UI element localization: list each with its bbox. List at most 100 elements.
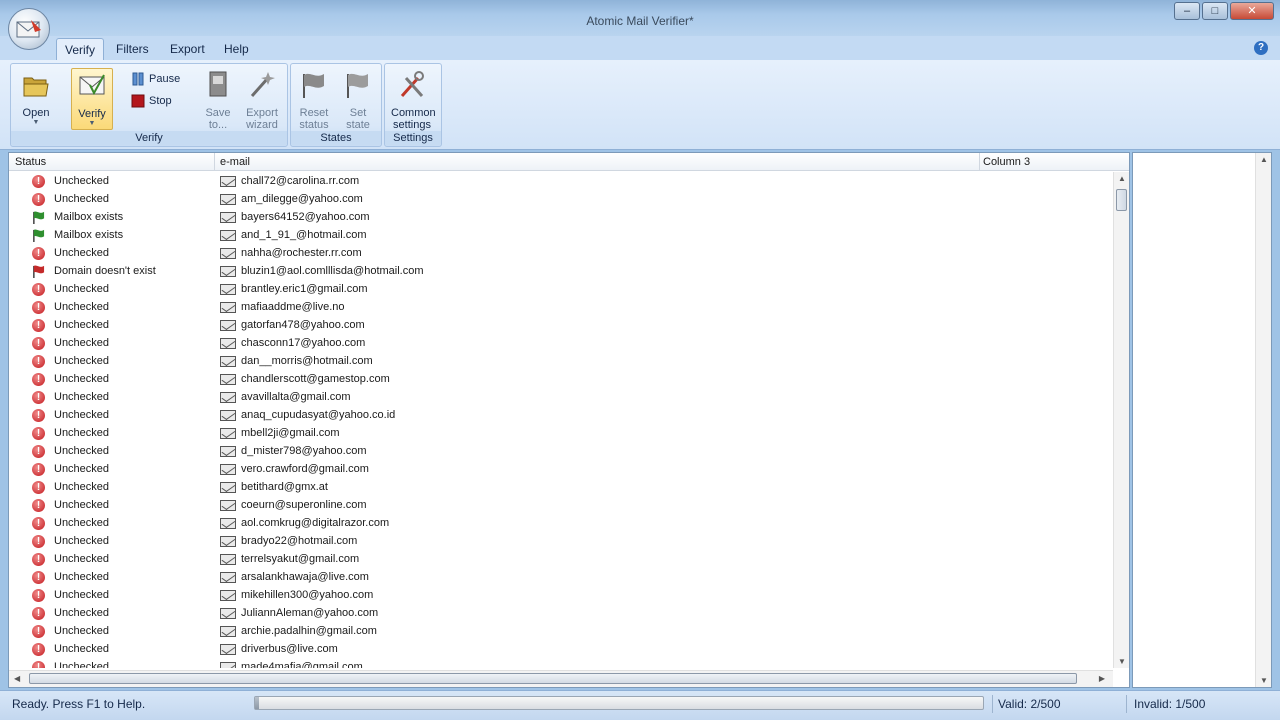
table-row[interactable]: Unchecked mbell2ji@gmail.com bbox=[9, 424, 1113, 442]
horizontal-scroll-thumb[interactable] bbox=[29, 673, 1077, 684]
email-envelope-icon bbox=[220, 356, 236, 367]
table-row[interactable]: Domain doesn't exist bluzin1@aol.comlllis… bbox=[9, 262, 1113, 280]
verify-label: Verify bbox=[78, 108, 106, 120]
set-label-line2: state bbox=[346, 119, 370, 131]
tab-verify[interactable]: Verify bbox=[56, 38, 105, 60]
pause-button[interactable]: Pause bbox=[131, 70, 180, 88]
common-settings-button[interactable]: Common settings bbox=[391, 68, 436, 131]
email-grid[interactable]: Status e-mail Column 3 Unchecked chall72@… bbox=[8, 152, 1130, 688]
scroll-up-icon[interactable]: ▲ bbox=[1260, 155, 1268, 164]
table-row[interactable]: Unchecked chasconn17@yahoo.com bbox=[9, 334, 1113, 352]
vertical-scroll-thumb[interactable] bbox=[1116, 189, 1127, 211]
reset-label-line2: status bbox=[299, 119, 329, 131]
status-cell: Unchecked bbox=[54, 337, 110, 349]
table-row[interactable]: Unchecked mikehillen300@yahoo.com bbox=[9, 586, 1113, 604]
column-header-email[interactable]: e-mail bbox=[220, 156, 250, 168]
email-cell: betithard@gmx.at bbox=[241, 481, 328, 493]
scroll-right-icon[interactable]: ▶ bbox=[1099, 674, 1105, 683]
table-row[interactable]: Unchecked made4mafia@gmail.com bbox=[9, 658, 1113, 668]
table-row[interactable]: Unchecked vero.crawford@gmail.com bbox=[9, 460, 1113, 478]
scroll-up-icon[interactable]: ▲ bbox=[1118, 174, 1126, 183]
table-row[interactable]: Unchecked arsalankhawaja@live.com bbox=[9, 568, 1113, 586]
scroll-left-icon[interactable]: ◀ bbox=[14, 674, 20, 683]
horizontal-scrollbar[interactable]: ◀ ▶ bbox=[9, 670, 1113, 687]
email-envelope-icon bbox=[220, 212, 236, 223]
table-row[interactable]: Unchecked driverbus@live.com bbox=[9, 640, 1113, 658]
email-cell: bluzin1@aol.comlllisda@hotmail.com bbox=[241, 265, 424, 277]
email-cell: d_mister798@yahoo.com bbox=[241, 445, 367, 457]
window-controls: – □ ✕ bbox=[1172, 2, 1274, 20]
states-group-label: States bbox=[291, 131, 381, 145]
set-state-button[interactable]: Set state bbox=[337, 68, 379, 131]
close-button[interactable]: ✕ bbox=[1230, 2, 1274, 20]
table-row[interactable]: Unchecked d_mister798@yahoo.com bbox=[9, 442, 1113, 460]
status-cell: Unchecked bbox=[54, 517, 110, 529]
verification-progress bbox=[254, 696, 984, 710]
status-cell: Unchecked bbox=[54, 661, 110, 668]
status-cell: Unchecked bbox=[54, 625, 110, 637]
save-icon bbox=[209, 71, 227, 97]
app-logo-icon bbox=[16, 20, 41, 38]
table-row[interactable]: Unchecked avavillalta@gmail.com bbox=[9, 388, 1113, 406]
set-flag-icon bbox=[347, 73, 368, 98]
table-row[interactable]: Unchecked dan__morris@hotmail.com bbox=[9, 352, 1113, 370]
unchecked-status-icon bbox=[32, 355, 45, 368]
unchecked-status-icon bbox=[32, 625, 45, 638]
unchecked-status-icon bbox=[32, 391, 45, 404]
verify-button[interactable]: Verify ▼ bbox=[71, 68, 113, 130]
verify-envelope-icon bbox=[79, 74, 105, 96]
vertical-scrollbar[interactable]: ▲ ▼ bbox=[1113, 172, 1129, 668]
table-row[interactable]: Unchecked archie.padalhin@gmail.com bbox=[9, 622, 1113, 640]
stop-button[interactable]: Stop bbox=[131, 92, 172, 110]
status-cell: Unchecked bbox=[54, 391, 110, 403]
table-row[interactable]: Unchecked mafiaaddme@live.no bbox=[9, 298, 1113, 316]
email-cell: chall72@carolina.rr.com bbox=[241, 175, 360, 187]
maximize-button[interactable]: □ bbox=[1202, 2, 1228, 20]
tab-export[interactable]: Export bbox=[162, 38, 213, 60]
app-menu-button[interactable] bbox=[8, 8, 50, 50]
table-row[interactable]: Unchecked coeurn@superonline.com bbox=[9, 496, 1113, 514]
email-envelope-icon bbox=[220, 572, 236, 583]
column-header-column3[interactable]: Column 3 bbox=[983, 156, 1030, 168]
table-row[interactable]: Mailbox exists and_1_91_@hotmail.com bbox=[9, 226, 1113, 244]
column-header-status[interactable]: Status bbox=[15, 156, 46, 168]
scroll-down-icon[interactable]: ▼ bbox=[1260, 676, 1268, 685]
table-row[interactable]: Mailbox exists bayers64152@yahoo.com bbox=[9, 208, 1113, 226]
status-cell: Unchecked bbox=[54, 427, 110, 439]
table-row[interactable]: Unchecked brantley.eric1@gmail.com bbox=[9, 280, 1113, 298]
minimize-button[interactable]: – bbox=[1174, 2, 1200, 20]
status-cell: Unchecked bbox=[54, 463, 110, 475]
table-row[interactable]: Unchecked aol.comkrug@digitalrazor.com bbox=[9, 514, 1113, 532]
save-to-button[interactable]: Save to... bbox=[197, 68, 239, 131]
email-envelope-icon bbox=[220, 392, 236, 403]
export-wizard-button[interactable]: Export wizard bbox=[241, 68, 283, 131]
column-divider[interactable] bbox=[979, 153, 980, 171]
status-cell: Mailbox exists bbox=[54, 211, 124, 223]
table-row[interactable]: Unchecked chall72@carolina.rr.com bbox=[9, 172, 1113, 190]
email-envelope-icon bbox=[220, 284, 236, 295]
table-row[interactable]: Unchecked am_dilegge@yahoo.com bbox=[9, 190, 1113, 208]
help-icon[interactable]: ? bbox=[1254, 41, 1268, 55]
tab-help[interactable]: Help bbox=[216, 38, 257, 60]
table-row[interactable]: Unchecked nahha@rochester.rr.com bbox=[9, 244, 1113, 262]
scroll-down-icon[interactable]: ▼ bbox=[1118, 657, 1126, 666]
column-divider[interactable] bbox=[214, 153, 215, 171]
table-row[interactable]: Unchecked chandlerscott@gamestop.com bbox=[9, 370, 1113, 388]
open-button[interactable]: Open ▼ bbox=[15, 68, 57, 130]
email-envelope-icon bbox=[220, 644, 236, 655]
unchecked-status-icon bbox=[32, 175, 45, 188]
table-row[interactable]: Unchecked betithard@gmx.at bbox=[9, 478, 1113, 496]
email-cell: gatorfan478@yahoo.com bbox=[241, 319, 365, 331]
status-cell: Unchecked bbox=[54, 481, 110, 493]
email-cell: am_dilegge@yahoo.com bbox=[241, 193, 363, 205]
table-row[interactable]: Unchecked JuliannAleman@yahoo.com bbox=[9, 604, 1113, 622]
table-row[interactable]: Unchecked gatorfan478@yahoo.com bbox=[9, 316, 1113, 334]
tab-filters[interactable]: Filters bbox=[108, 38, 157, 60]
table-row[interactable]: Unchecked terrelsyakut@gmail.com bbox=[9, 550, 1113, 568]
side-panel-scrollbar[interactable]: ▲ ▼ bbox=[1255, 153, 1271, 687]
email-envelope-icon bbox=[220, 428, 236, 439]
table-row[interactable]: Unchecked bradyo22@hotmail.com bbox=[9, 532, 1113, 550]
reset-status-button[interactable]: Reset status bbox=[293, 68, 335, 131]
chevron-down-icon: ▼ bbox=[32, 119, 40, 126]
table-row[interactable]: Unchecked anaq_cupudasyat@yahoo.co.id bbox=[9, 406, 1113, 424]
